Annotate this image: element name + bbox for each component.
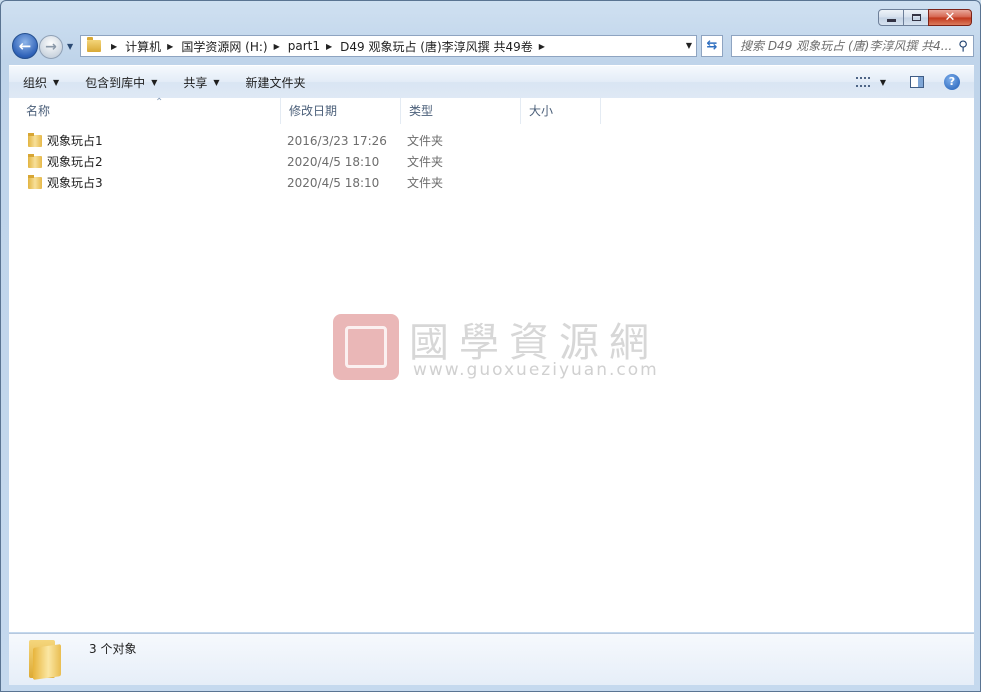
new-folder-label: 新建文件夹 <box>245 75 306 90</box>
forward-arrow-icon: → <box>45 39 57 55</box>
breadcrumb-chevron-icon[interactable]: ▶ <box>111 42 117 51</box>
search-box[interactable]: ⚲ <box>731 35 974 57</box>
breadcrumb-item-part1[interactable]: part1 <box>288 39 320 53</box>
command-bar: 组织 ▼ 包含到库中 ▼ 共享 ▼ 新建文件夹 ▼ ? <box>9 65 974 99</box>
column-header-size[interactable]: 大小 <box>521 98 601 124</box>
close-button[interactable]: ✕ <box>928 9 972 26</box>
refresh-icon: ⇆ <box>706 38 718 53</box>
table-row[interactable]: 观象玩占1 2016/3/23 17:26 文件夹 <box>9 131 974 152</box>
organize-label: 组织 <box>23 75 48 90</box>
breadcrumb-item-drive[interactable]: 国学资源网 (H:) <box>181 38 267 55</box>
file-modified: 2020/4/5 18:10 <box>287 155 380 169</box>
details-pane: 3 个对象 <box>9 633 974 685</box>
chevron-down-icon: ▼ <box>53 77 60 87</box>
new-folder-button[interactable]: 新建文件夹 <box>232 66 318 98</box>
table-row[interactable]: 观象玩占3 2020/4/5 18:10 文件夹 <box>9 173 974 194</box>
address-bar[interactable]: ▶ 计算机 ▶ 国学资源网 (H:) ▶ part1 ▶ D49 观象玩占 (唐… <box>80 35 697 57</box>
back-button[interactable]: ← <box>12 33 38 59</box>
sort-ascending-icon: ⌃ <box>155 97 164 108</box>
maximize-icon <box>911 14 921 21</box>
column-modified-label: 修改日期 <box>289 104 338 118</box>
folder-icon <box>28 133 42 147</box>
view-controls: ▼ ? <box>855 66 974 98</box>
file-modified: 2020/4/5 18:10 <box>287 176 380 190</box>
share-label: 共享 <box>183 75 208 90</box>
breadcrumb-chevron-icon[interactable]: ▶ <box>274 42 280 51</box>
breadcrumb-chevron-icon[interactable]: ▶ <box>539 42 545 51</box>
address-history-dropdown[interactable]: ▼ <box>686 41 692 50</box>
column-size-label: 大小 <box>529 104 554 118</box>
close-icon: ✕ <box>944 10 956 25</box>
file-type: 文件夹 <box>407 155 444 169</box>
caption-buttons: ✕ <box>878 9 972 26</box>
search-icon[interactable]: ⚲ <box>953 39 973 54</box>
file-name: 观象玩占2 <box>47 155 103 169</box>
column-name-label: 名称 <box>26 104 51 118</box>
view-options-icon[interactable] <box>855 77 870 87</box>
table-row[interactable]: 观象玩占2 2020/4/5 18:10 文件夹 <box>9 152 974 173</box>
file-name: 观象玩占3 <box>47 176 103 190</box>
watermark-url: www.guoxueziyuan.com <box>413 360 659 380</box>
recent-pages-dropdown[interactable]: ▼ <box>67 42 73 51</box>
folder-icon <box>28 175 42 189</box>
back-arrow-icon: ← <box>18 37 32 55</box>
column-type-label: 类型 <box>409 104 434 118</box>
file-type: 文件夹 <box>407 176 444 190</box>
folder-icon <box>29 640 61 680</box>
minimize-button[interactable] <box>878 9 904 26</box>
minimize-icon <box>886 19 896 22</box>
maximize-button[interactable] <box>903 9 929 26</box>
chevron-down-icon[interactable]: ▼ <box>880 78 886 87</box>
column-header-name[interactable]: 名称 ⌃ <box>18 97 281 124</box>
refresh-button[interactable]: ⇆ <box>701 35 723 57</box>
file-list-pane: 名称 ⌃ 修改日期 类型 大小 观象玩占1 2016/3/23 17:26 文件夹… <box>9 97 974 632</box>
forward-button[interactable]: → <box>39 35 63 59</box>
file-name: 观象玩占1 <box>47 134 103 148</box>
folder-icon <box>28 154 42 168</box>
watermark-seal-logo <box>333 314 399 380</box>
folder-icon <box>87 37 101 52</box>
breadcrumb: ▶ 计算机 ▶ 国学资源网 (H:) ▶ part1 ▶ D49 观象玩占 (唐… <box>105 36 553 56</box>
file-type: 文件夹 <box>407 134 444 148</box>
breadcrumb-item-current[interactable]: D49 观象玩占 (唐)李淳风撰 共49卷 <box>340 38 533 55</box>
organize-menu[interactable]: 组织 ▼ <box>9 66 71 98</box>
breadcrumb-chevron-icon[interactable]: ▶ <box>167 42 173 51</box>
explorer-window: ✕ ← → ▼ ▶ 计算机 ▶ 国学资源网 (H:) ▶ part1 ▶ D49… <box>0 0 981 692</box>
search-input[interactable] <box>732 38 953 54</box>
chevron-down-icon: ▼ <box>151 77 158 87</box>
share-menu[interactable]: 共享 ▼ <box>169 66 231 98</box>
column-headers: 名称 ⌃ 修改日期 类型 大小 <box>9 97 974 124</box>
watermark: 國學資源網 www.guoxueziyuan.com <box>333 314 663 384</box>
file-modified: 2016/3/23 17:26 <box>287 134 387 148</box>
chevron-down-icon: ▼ <box>213 77 220 87</box>
column-header-modified[interactable]: 修改日期 <box>281 98 401 124</box>
column-header-type[interactable]: 类型 <box>401 98 521 124</box>
item-count: 3 个对象 <box>89 642 137 656</box>
include-in-library-label: 包含到库中 <box>85 75 146 90</box>
breadcrumb-item-computer[interactable]: 计算机 <box>125 38 161 55</box>
help-icon[interactable]: ? <box>944 74 960 90</box>
navigation-bar: ← → ▼ ▶ 计算机 ▶ 国学资源网 (H:) ▶ part1 ▶ D49 观… <box>9 33 974 59</box>
preview-pane-icon[interactable] <box>910 76 924 88</box>
breadcrumb-chevron-icon[interactable]: ▶ <box>326 42 332 51</box>
